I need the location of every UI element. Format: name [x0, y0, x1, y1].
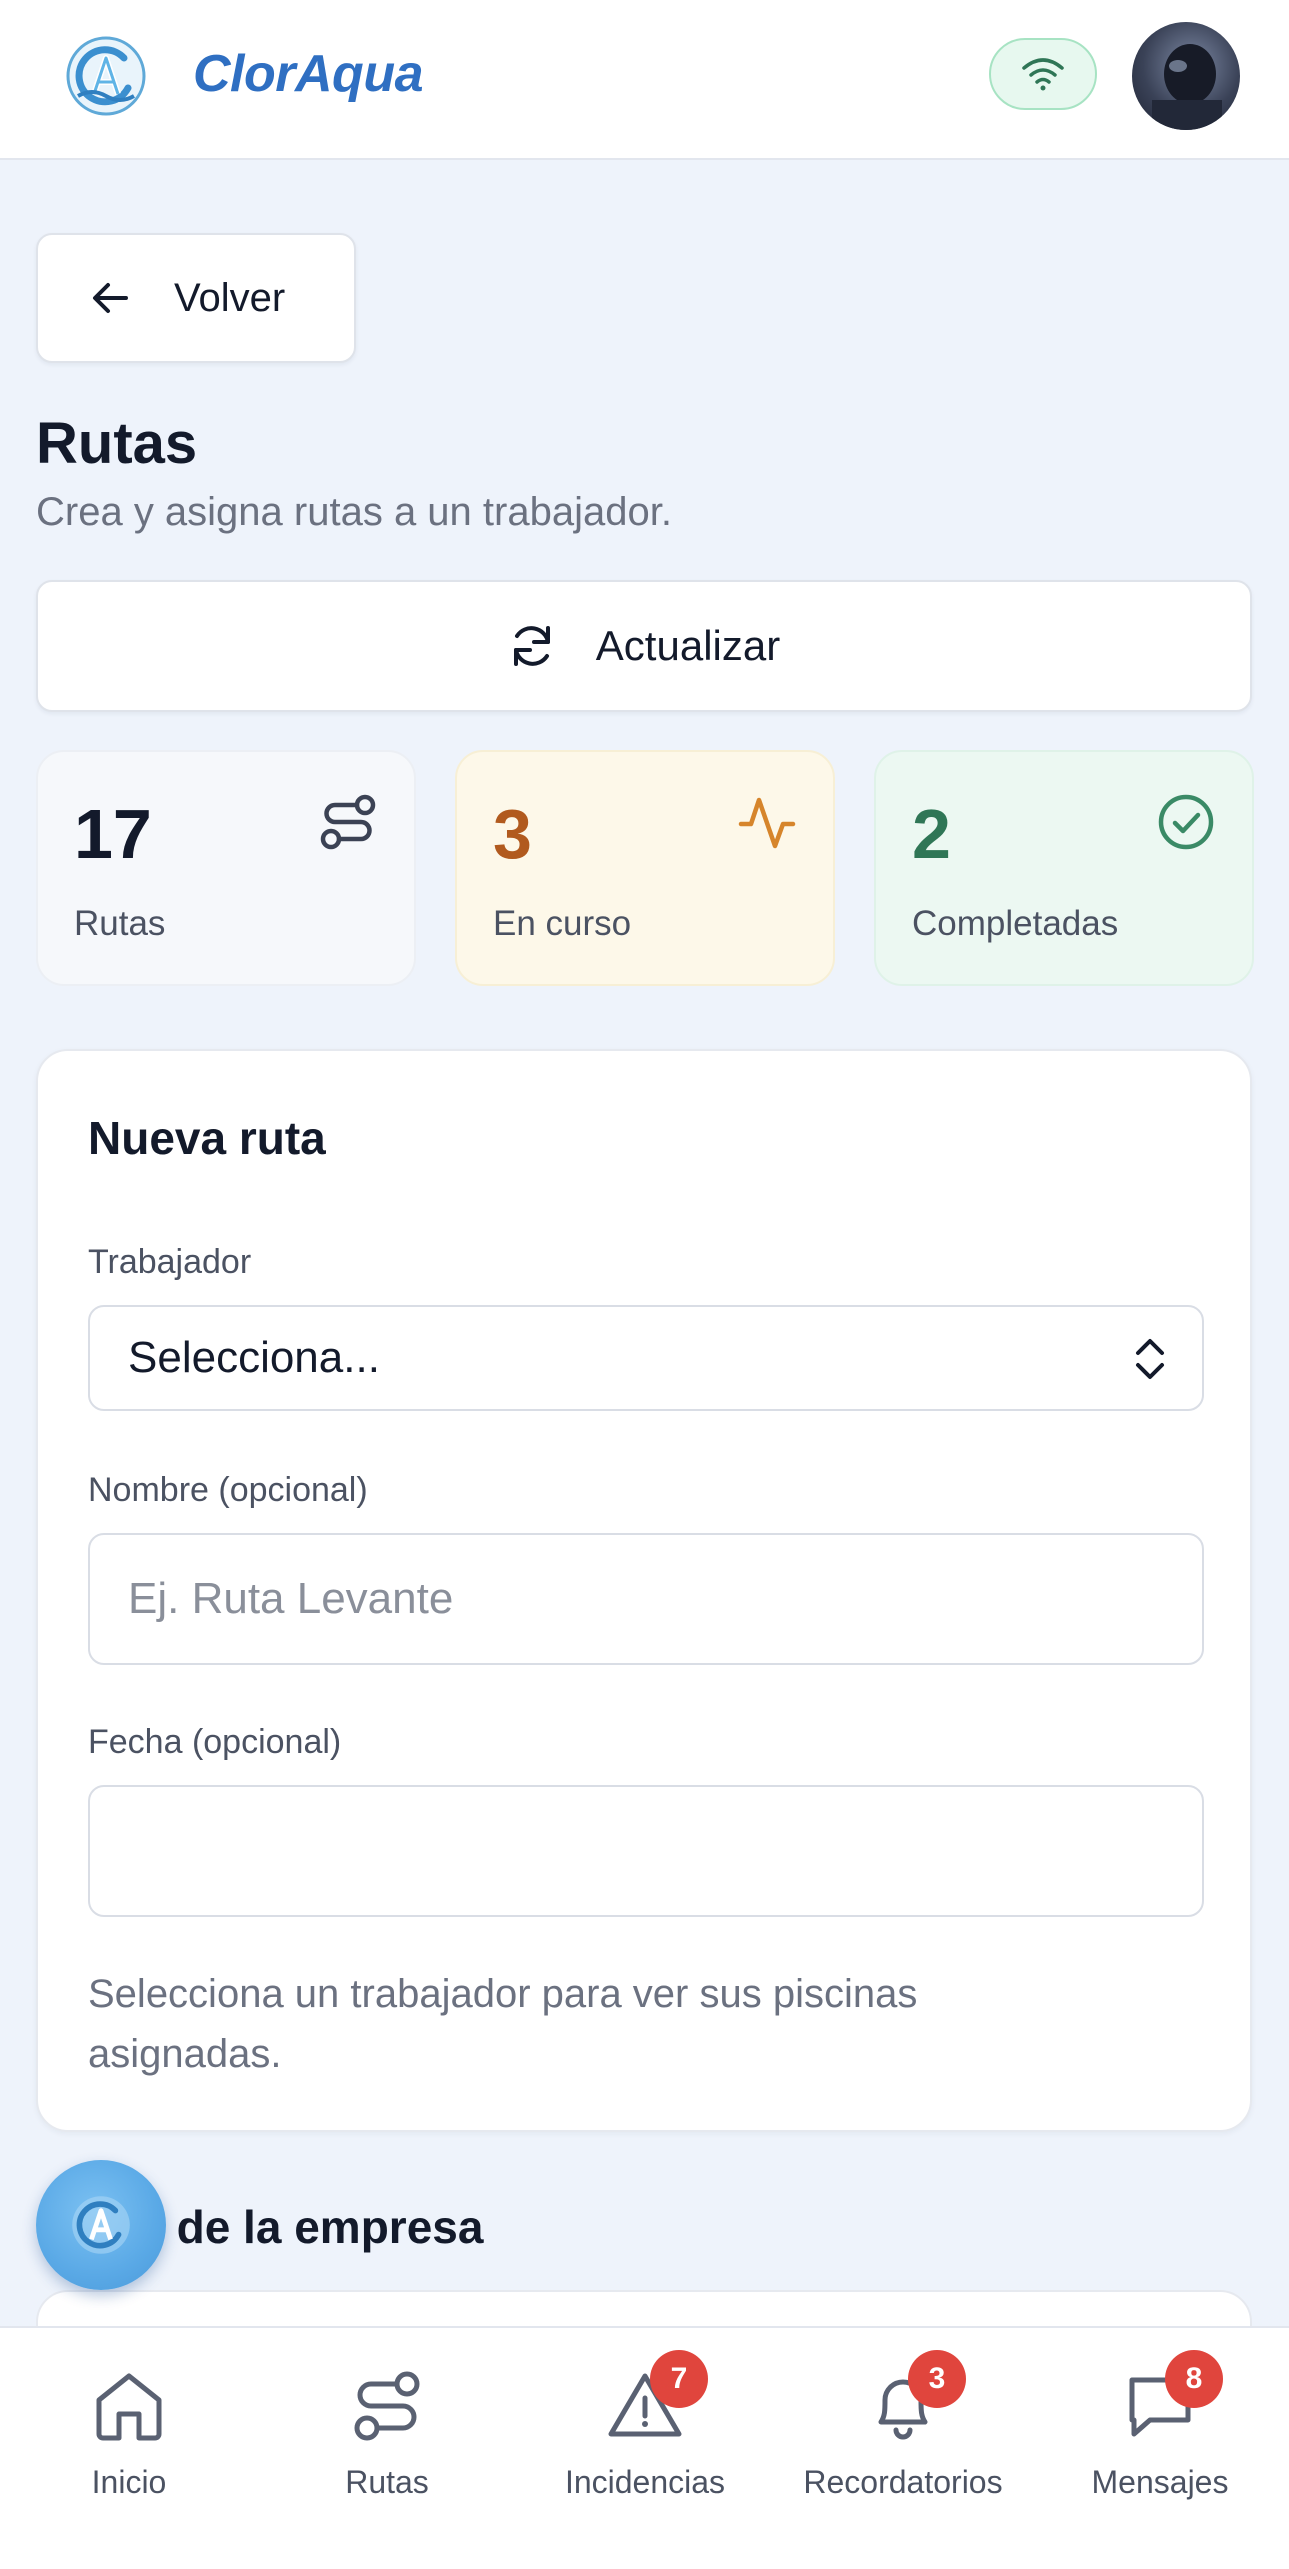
connection-status-pill[interactable]: [989, 38, 1097, 110]
stat-value: 17: [74, 795, 152, 873]
new-route-card: Nueva ruta Trabajador Selecciona... Nomb…: [36, 1049, 1252, 2132]
stat-value: 3: [493, 795, 532, 873]
top-bar: ClorAqua: [0, 0, 1289, 160]
nav-item-recordatorios[interactable]: 3 Recordatorios: [774, 2328, 1032, 2528]
nav-label: Recordatorios: [803, 2464, 1003, 2500]
date-label: Fecha (opcional): [88, 1723, 342, 1761]
stat-card-completed: 2 Completadas: [874, 750, 1254, 986]
stat-label: En curso: [493, 904, 632, 943]
route-icon: [320, 794, 376, 850]
nav-label: Inicio: [91, 2464, 167, 2500]
cloraqua-logo-icon[interactable]: [66, 36, 146, 116]
name-label: Nombre (opcional): [88, 1471, 368, 1509]
back-button[interactable]: Volver: [36, 233, 356, 363]
name-input[interactable]: [128, 1574, 1202, 1624]
check-circle-icon: [1158, 794, 1214, 850]
nav-label: Rutas: [345, 2464, 429, 2500]
worker-select-value: Selecciona...: [128, 1333, 380, 1382]
nav-label: Incidencias: [564, 2464, 726, 2500]
card-title: Nueva ruta: [88, 1112, 326, 1164]
bottom-navigation: Inicio Rutas 7 Incidencias 3 Recordatori…: [0, 2326, 1289, 2569]
nav-label: Mensajes: [1091, 2464, 1229, 2500]
stat-value: 2: [912, 795, 951, 873]
route-icon: [354, 2371, 420, 2441]
chevron-up-down-icon: [1136, 1339, 1164, 1379]
refresh-button[interactable]: Actualizar: [36, 580, 1252, 712]
stat-card-in-progress: 3 En curso: [455, 750, 835, 986]
activity-icon: [738, 797, 796, 849]
name-field[interactable]: [88, 1533, 1204, 1665]
nav-item-inicio[interactable]: Inicio: [0, 2328, 258, 2528]
worker-hint: Selecciona un trabajador para ver sus pi…: [88, 1972, 918, 2076]
refresh-button-label: Actualizar: [595, 622, 781, 669]
nav-item-rutas[interactable]: Rutas: [258, 2328, 516, 2528]
page-title: Rutas: [36, 411, 198, 476]
worker-select[interactable]: Selecciona...: [88, 1305, 1204, 1411]
stat-label: Completadas: [912, 904, 1119, 943]
home-icon: [96, 2373, 162, 2441]
date-input[interactable]: [128, 1826, 1202, 1876]
user-avatar[interactable]: [1132, 22, 1240, 130]
stat-card-routes: 17 Rutas: [36, 750, 416, 986]
nav-item-mensajes[interactable]: 8 Mensajes: [1031, 2328, 1289, 2528]
nav-item-incidencias[interactable]: 7 Incidencias: [516, 2328, 774, 2528]
nav-badge: 7: [650, 2350, 708, 2408]
date-field[interactable]: [88, 1785, 1204, 1917]
page-subtitle: Crea y asigna rutas a un trabajador.: [36, 490, 672, 534]
back-button-label: Volver: [174, 275, 286, 320]
nav-badge: 3: [908, 2350, 966, 2408]
arrow-left-icon: [93, 283, 128, 313]
assistant-fab[interactable]: [36, 2160, 166, 2290]
nav-badge: 8: [1165, 2350, 1223, 2408]
refresh-icon: [513, 626, 550, 666]
wifi-icon: [1022, 58, 1064, 91]
brand-name: ClorAqua: [193, 45, 424, 103]
stat-label: Rutas: [74, 904, 166, 943]
worker-label: Trabajador: [88, 1243, 252, 1281]
cloraqua-logo-icon: [72, 2196, 130, 2254]
section-title-text: s de la empresa: [138, 2201, 484, 2253]
